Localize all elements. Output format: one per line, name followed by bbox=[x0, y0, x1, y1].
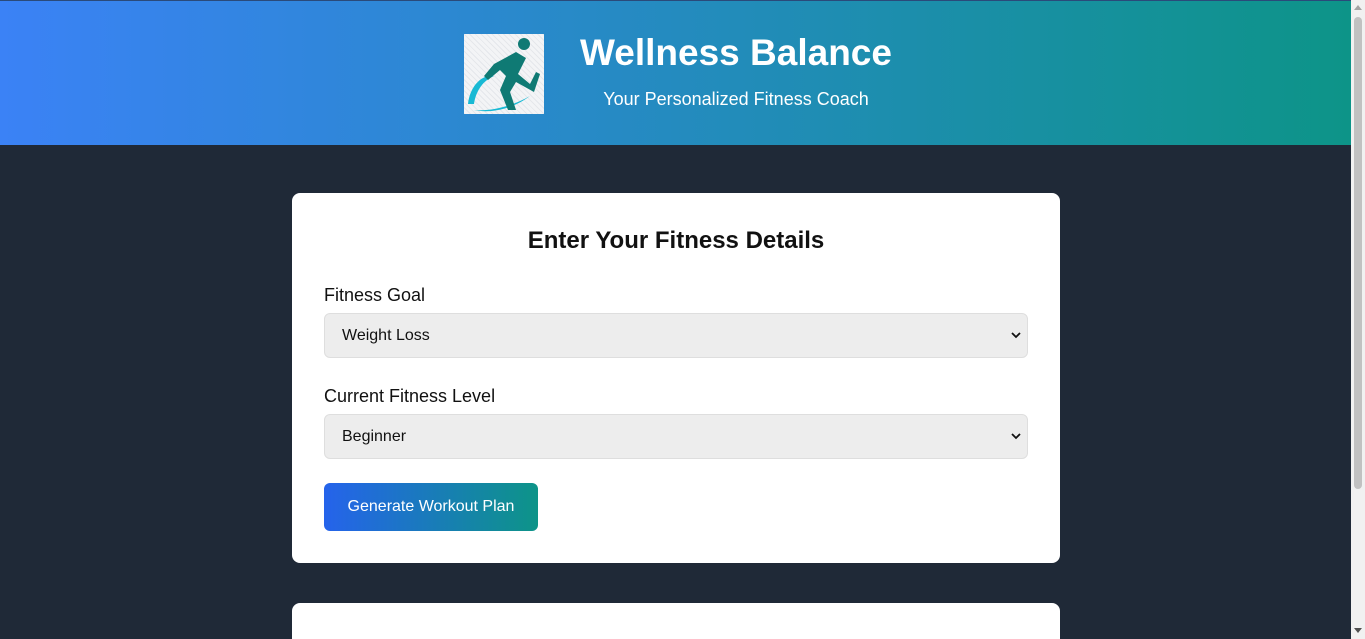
chevron-down-icon bbox=[1011, 332, 1021, 339]
fitness-details-card: Enter Your Fitness Details Fitness Goal … bbox=[292, 193, 1060, 563]
scroll-thumb[interactable] bbox=[1354, 17, 1362, 489]
fitness-level-value: Beginner bbox=[342, 428, 407, 445]
form-heading: Enter Your Fitness Details bbox=[527, 227, 825, 254]
fitness-goal-label: Fitness Goal bbox=[324, 285, 426, 305]
fitness-level-label: Current Fitness Level bbox=[324, 386, 496, 406]
fitness-goal-value: Weight Loss bbox=[342, 327, 430, 344]
runner-logo-icon bbox=[464, 34, 544, 114]
fitness-goal-select[interactable]: Weight Loss bbox=[324, 313, 1028, 358]
app-subtitle: Your Personalized Fitness Coach bbox=[603, 89, 869, 109]
page-scrollbar[interactable] bbox=[1351, 0, 1365, 639]
fitness-level-select[interactable]: Beginner bbox=[324, 414, 1028, 459]
scroll-down-arrow-icon[interactable] bbox=[1354, 628, 1362, 633]
chevron-down-icon bbox=[1011, 433, 1021, 440]
app-title: Wellness Balance bbox=[580, 32, 892, 73]
results-card bbox=[292, 603, 1060, 639]
generate-workout-plan-button[interactable]: Generate Workout Plan bbox=[324, 483, 538, 531]
app-header: Wellness Balance Your Personalized Fitne… bbox=[0, 0, 1351, 145]
scroll-up-arrow-icon[interactable] bbox=[1354, 5, 1362, 10]
